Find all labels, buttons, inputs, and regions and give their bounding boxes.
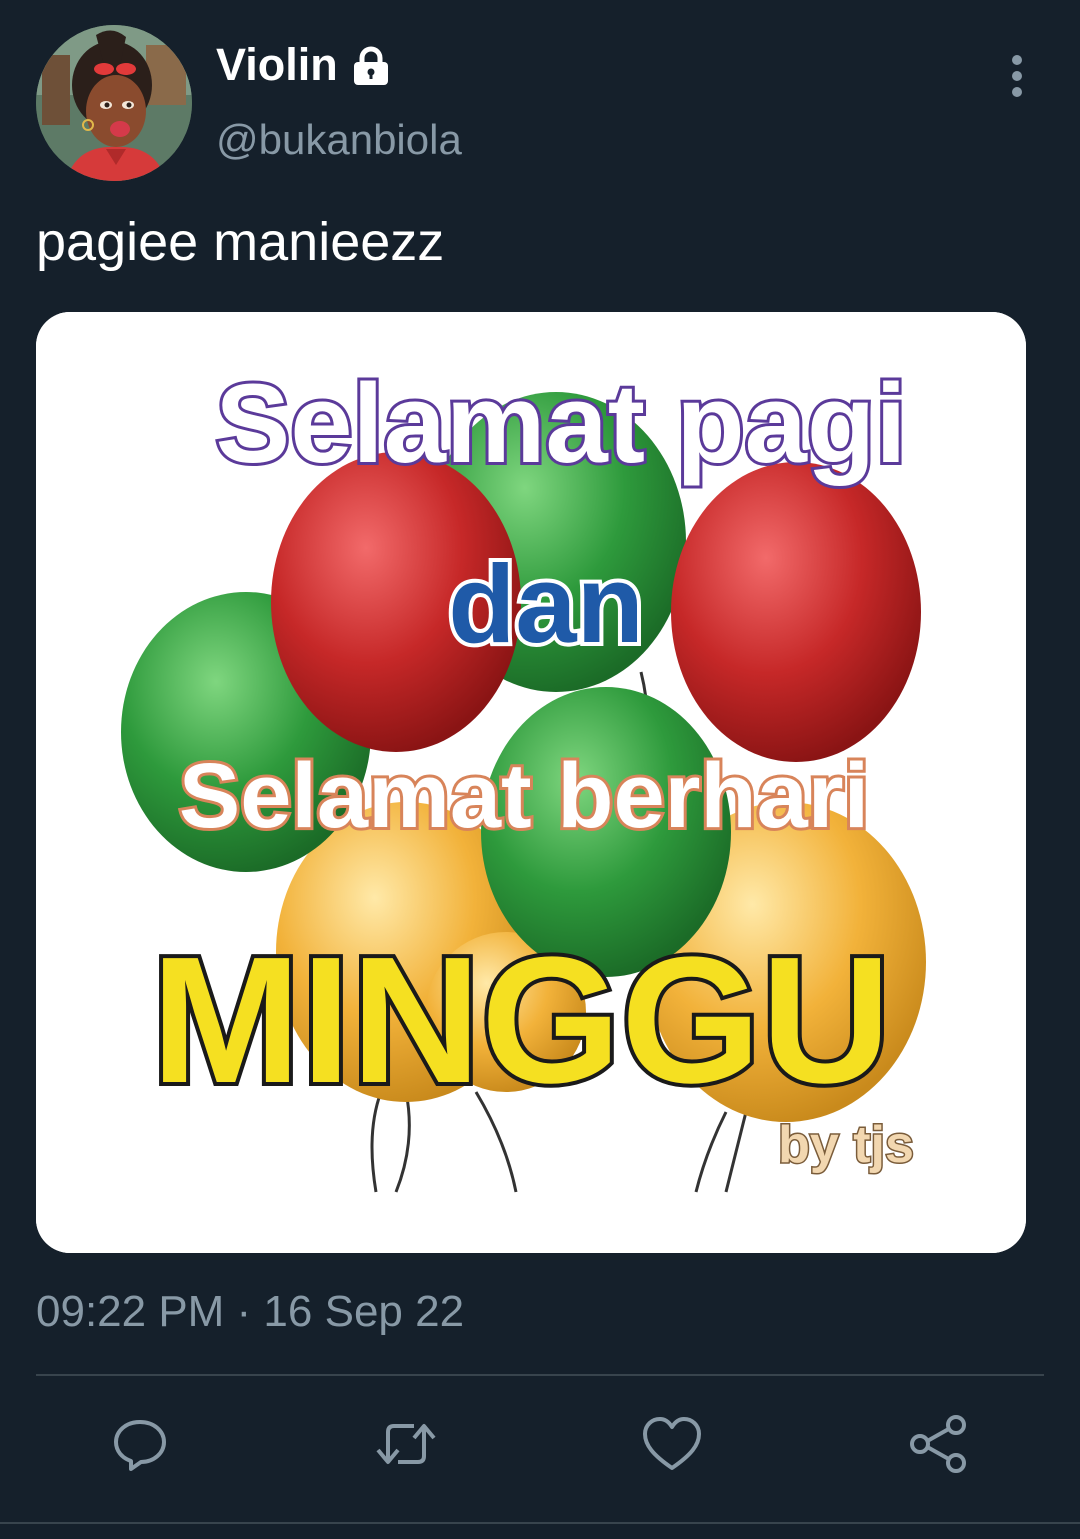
like-button[interactable] — [640, 1412, 704, 1476]
heart-icon — [643, 1417, 701, 1470]
greeting-line2: dan — [448, 543, 644, 666]
lock-icon — [350, 45, 392, 87]
tweet: Violin @bukanbiola pagiee manieezz Selam… — [0, 0, 1080, 1539]
timestamp[interactable]: 09:22 PM · 16 Sep 22 — [36, 1284, 464, 1340]
greeting-image: Selamat pagi dan Selamat berhari MINGGU … — [36, 312, 1026, 1253]
greeting-line3: Selamat berhari — [179, 745, 869, 847]
avatar-illustration — [36, 25, 192, 181]
tweet-text: pagiee manieezz — [36, 212, 445, 272]
balloon — [671, 462, 921, 762]
divider — [36, 1374, 1044, 1376]
image-signature: by tjs — [778, 1116, 914, 1174]
bottom-divider — [0, 1522, 1080, 1524]
user-handle[interactable]: @bukanbiola — [216, 112, 462, 168]
retweet-button[interactable] — [374, 1412, 438, 1476]
tweet-image[interactable]: Selamat pagi dan Selamat berhari MINGGU … — [36, 312, 1026, 1253]
avatar[interactable] — [36, 25, 192, 181]
greeting-line4: MINGGU — [151, 920, 891, 1121]
author-name-row[interactable]: Violin — [216, 38, 392, 92]
more-vertical-icon[interactable] — [996, 52, 1038, 100]
display-name[interactable]: Violin — [216, 38, 338, 92]
reply-button[interactable] — [108, 1412, 172, 1476]
share-icon — [910, 1415, 966, 1473]
greeting-line1: Selamat pagi — [216, 361, 907, 486]
share-button[interactable] — [906, 1412, 970, 1476]
retweet-icon — [376, 1424, 436, 1464]
reply-icon — [114, 1420, 166, 1471]
